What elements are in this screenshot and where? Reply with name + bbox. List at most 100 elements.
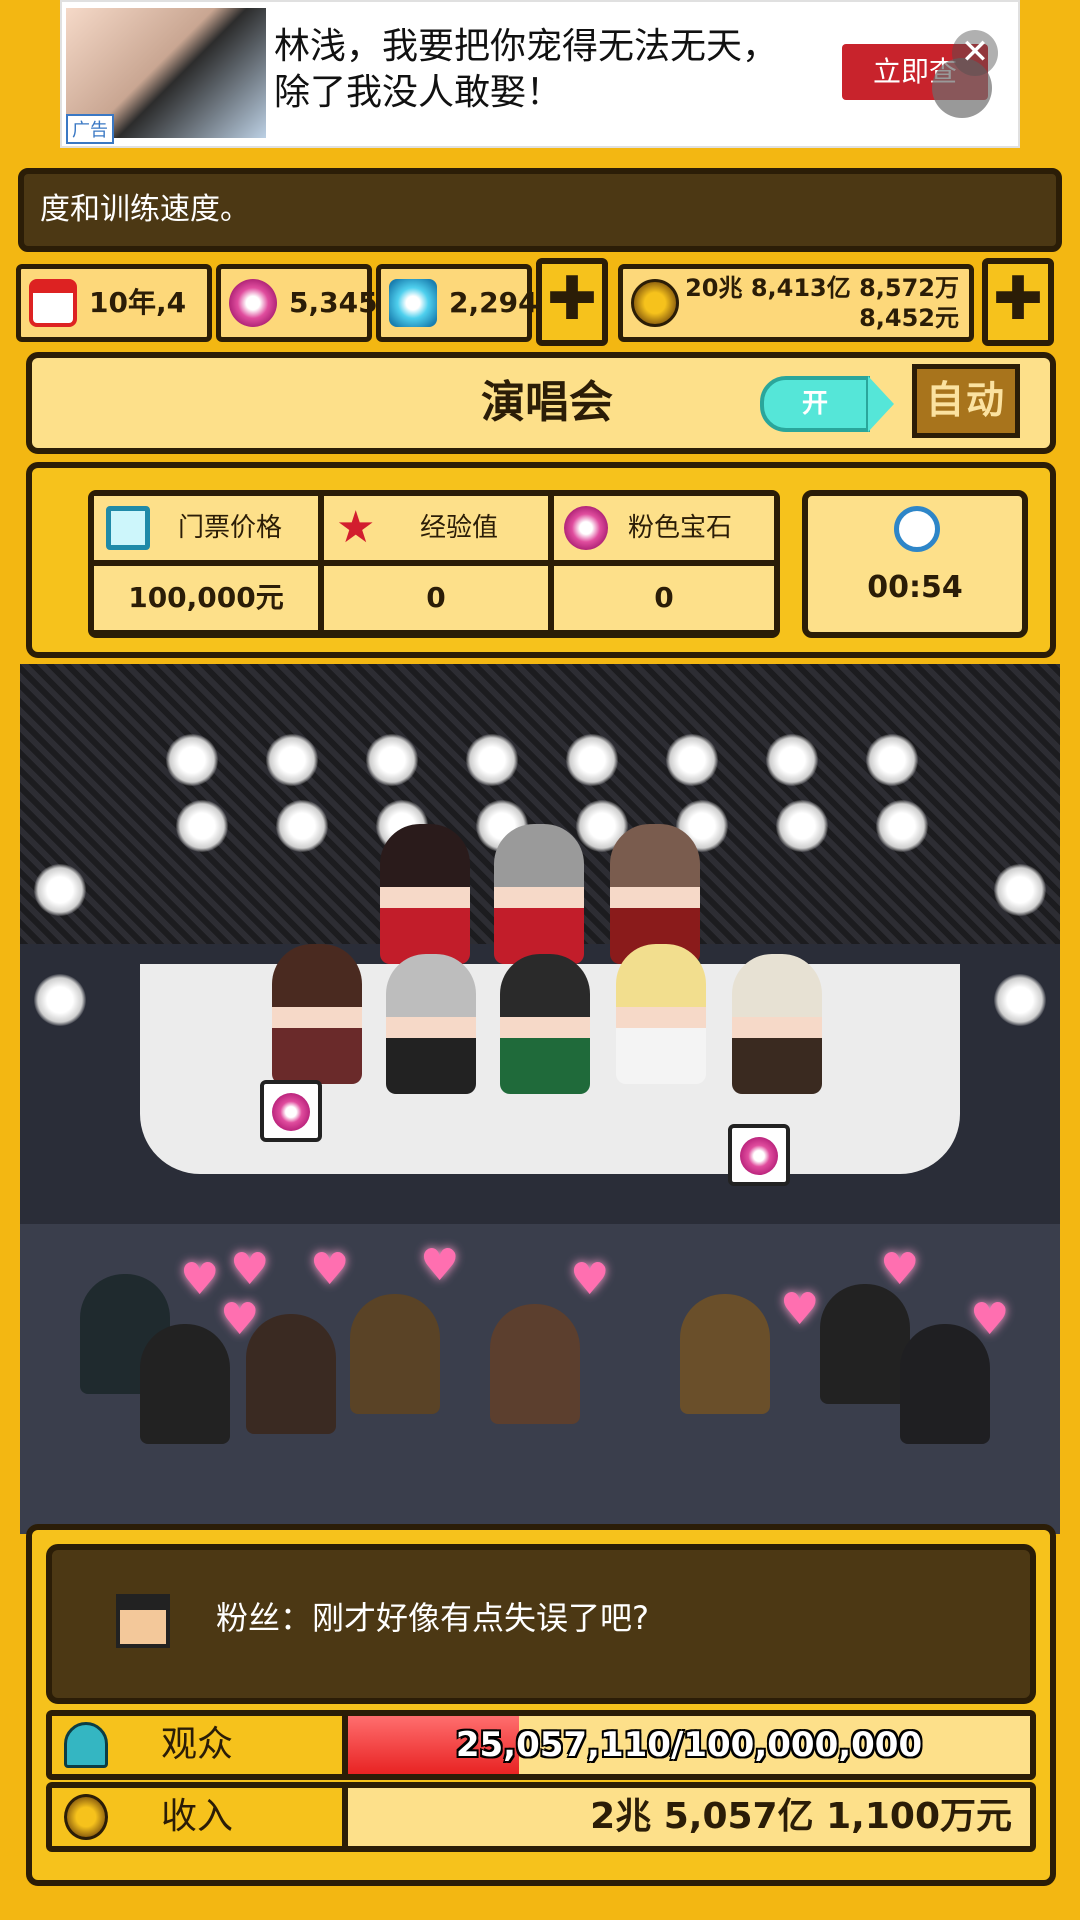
fan-avatar-icon	[116, 1594, 170, 1648]
gem-bubble[interactable]	[260, 1080, 322, 1142]
clock-icon	[894, 506, 940, 552]
auto-button[interactable]: 自动	[912, 364, 1020, 438]
idol-character	[610, 824, 700, 964]
money-amount: 20兆 8,413亿 8,572万 8,452元	[685, 273, 959, 333]
fan-character	[490, 1304, 580, 1424]
bottom-panel: 粉丝：刚才好像有点失误了吧? 观众 25,057,110/100,000,000…	[26, 1524, 1056, 1886]
message-box: 粉丝：刚才好像有点失误了吧?	[46, 1544, 1036, 1704]
ticket-icon	[106, 506, 150, 550]
stage-light-icon	[666, 734, 718, 786]
stage-light-icon	[776, 800, 828, 852]
idol-character	[380, 824, 470, 964]
blue-gem-icon	[389, 279, 437, 327]
heart-icon: ♥	[220, 1294, 260, 1345]
star-icon: ★	[336, 502, 376, 553]
auto-toggle[interactable]: 开	[760, 376, 870, 432]
ad-headline-line2: 除了我没人敢娶！	[274, 72, 563, 113]
stage-light-icon	[366, 734, 418, 786]
heart-icon: ♥	[310, 1244, 350, 1295]
blue-gem-count: 2,294	[449, 286, 538, 319]
idol-character	[732, 954, 822, 1094]
fan-character	[140, 1324, 230, 1444]
pink-gem-label: 粉色宝石	[628, 513, 733, 543]
money-counter: 20兆 8,413亿 8,572万 8,452元	[618, 264, 974, 342]
heart-icon: ♥	[230, 1244, 270, 1295]
ad-tag: 广告	[66, 114, 114, 144]
pink-gem-icon	[564, 506, 608, 550]
idol-character	[500, 954, 590, 1094]
income-label-cell: 收入	[52, 1788, 342, 1846]
audience-row: 观众 25,057,110/100,000,000	[46, 1710, 1036, 1780]
stage-light-icon	[266, 734, 318, 786]
pink-gem-counter: 5,345	[216, 264, 378, 342]
stage-light-icon	[466, 734, 518, 786]
stage-light-icon	[166, 734, 218, 786]
gem-bubble[interactable]	[728, 1124, 790, 1186]
stats-panel: 门票价格 ★ 经验值 粉色宝石 100,000元 0 0 00:54	[26, 462, 1056, 658]
calendar-icon	[29, 279, 77, 327]
income-value-cell: 2兆 5,057亿 1,100万元	[348, 1788, 1030, 1846]
person-icon	[64, 1722, 108, 1768]
pink-gem-value: 0	[554, 566, 774, 630]
audience-label-cell: 观众	[52, 1716, 342, 1774]
money-line1: 20兆 8,413亿 8,572万	[685, 274, 959, 302]
idol-character	[494, 824, 584, 964]
heart-icon: ♥	[180, 1254, 220, 1305]
blue-gem-counter: 2,294	[376, 264, 538, 342]
pink-gem-header: 粉色宝石	[554, 496, 774, 560]
income-row: 收入 2兆 5,057亿 1,100万元	[46, 1782, 1036, 1852]
idol-character	[386, 954, 476, 1094]
ticket-price-header: 门票价格	[94, 496, 318, 560]
exp-header: ★ 经验值	[324, 496, 548, 560]
toggle-arrow-icon	[868, 376, 894, 432]
idol-character	[616, 944, 706, 1084]
audience-label: 观众	[160, 1724, 233, 1765]
news-ticker: 度和训练速度。	[18, 168, 1062, 252]
stage-light-icon	[766, 734, 818, 786]
fan-character	[246, 1314, 336, 1434]
stage-light-icon	[994, 974, 1046, 1026]
audience-progress-bar: 25,057,110/100,000,000	[348, 1716, 1030, 1774]
ticket-price-label: 门票价格	[178, 513, 283, 543]
pink-gem-icon	[740, 1137, 778, 1175]
heart-icon: ♥	[880, 1244, 920, 1295]
income-label: 收入	[160, 1796, 233, 1837]
page-title: 演唱会	[481, 377, 613, 428]
fan-character	[820, 1284, 910, 1404]
pink-gem-icon	[272, 1093, 310, 1131]
fan-character	[680, 1294, 770, 1414]
date-text: 10年,4月	[89, 286, 187, 387]
pink-gem-count: 5,345	[289, 286, 378, 319]
ad-close-icon[interactable]: ✕	[952, 30, 998, 76]
ad-headline-line1: 林浅，我要把你宠得无法无天，	[274, 26, 779, 67]
add-money-button[interactable]: ✚	[982, 258, 1054, 346]
stage-light-icon	[34, 864, 86, 916]
concert-stage: ♥ ♥ ♥ ♥ ♥ ♥ ♥ ♥ ♥	[20, 664, 1060, 1534]
heart-icon: ♥	[780, 1284, 820, 1335]
heart-icon: ♥	[970, 1294, 1010, 1345]
ticket-price-value: 100,000元	[94, 566, 318, 630]
fan-message: 粉丝：刚才好像有点失误了吧?	[216, 1599, 649, 1637]
exp-label: 经验值	[420, 513, 499, 543]
ad-headline[interactable]: 林浅，我要把你宠得无法无天， 除了我没人敢娶！	[274, 24, 814, 116]
stage-light-icon	[276, 800, 328, 852]
timer-text: 00:54	[867, 570, 963, 605]
stage-light-icon	[566, 734, 618, 786]
coin-icon	[631, 279, 679, 327]
timer-box: 00:54	[802, 490, 1028, 638]
stage-light-icon	[876, 800, 928, 852]
pink-gem-icon	[229, 279, 277, 327]
concert-header: 演唱会 开 自动	[26, 352, 1056, 454]
money-line2: 8,452元	[859, 304, 959, 332]
stage-light-icon	[866, 734, 918, 786]
heart-icon: ♥	[420, 1240, 460, 1291]
stage-light-icon	[994, 864, 1046, 916]
ad-banner[interactable]: 广告 林浅，我要把你宠得无法无天， 除了我没人敢娶！ 立即查 ✕	[60, 0, 1020, 148]
fan-character	[350, 1294, 440, 1414]
coin-icon	[64, 1794, 108, 1840]
stats-table: 门票价格 ★ 经验值 粉色宝石 100,000元 0 0	[88, 490, 780, 638]
audience-progress-text: 25,057,110/100,000,000	[455, 1725, 923, 1765]
date-display: 10年,4月	[16, 264, 212, 387]
stage-light-icon	[176, 800, 228, 852]
add-gems-button[interactable]: ✚	[536, 258, 608, 346]
